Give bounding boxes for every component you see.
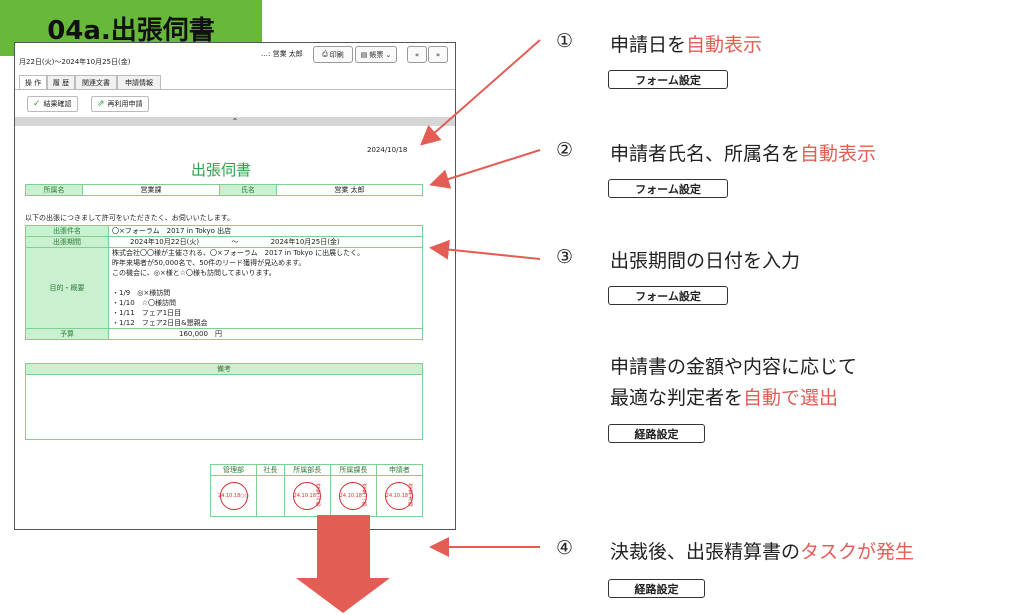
annotation-4-number: ④: [556, 537, 574, 559]
annotation-routing-plain: 最適な判定者を: [610, 387, 744, 409]
annotation-2-number: ②: [556, 139, 574, 161]
arrow-2: [429, 149, 541, 189]
annotation-3-number: ③: [556, 246, 574, 268]
arrow-3: [429, 239, 541, 260]
annotation-2-text: 申請者氏名、所属名を自動表示: [610, 139, 876, 166]
arrow-1: [419, 39, 541, 146]
arrows-overlay: [296, 39, 541, 613]
annotation-1-number: ①: [556, 30, 574, 52]
annotation-4-text: 決裁後、出張精算書のタスクが発生: [610, 537, 914, 564]
annotation-3-tag: フォーム設定: [608, 286, 728, 305]
annotation-4-plain: 決裁後、出張精算書の: [610, 541, 801, 563]
annotation-1-tag: フォーム設定: [608, 70, 728, 89]
annotation-4-highlight: タスクが発生: [800, 541, 915, 563]
annotation-4-tag: 経路設定: [608, 579, 705, 598]
annotation-2-highlight: 自動表示: [800, 143, 877, 165]
annotation-routing-tag: 経路設定: [608, 424, 705, 443]
annotation-2-tag: フォーム設定: [608, 179, 728, 198]
down-arrow-icon: [296, 515, 390, 613]
annotation-routing-highlight: 自動で選出: [743, 387, 839, 409]
annotation-routing-line1: 申請書の金額や内容に応じて: [610, 356, 858, 378]
annotation-routing-line2: 最適な判定者を自動で選出: [610, 383, 838, 410]
annotation-1-text: 申請日を自動表示: [610, 30, 762, 57]
annotation-1-plain: 申請日を: [610, 34, 687, 56]
annotation-1-highlight: 自動表示: [686, 34, 763, 56]
annotation-2-plain: 申請者氏名、所属名を: [610, 143, 801, 165]
annotation-3-text: 出張期間の日付を入力: [610, 250, 801, 272]
